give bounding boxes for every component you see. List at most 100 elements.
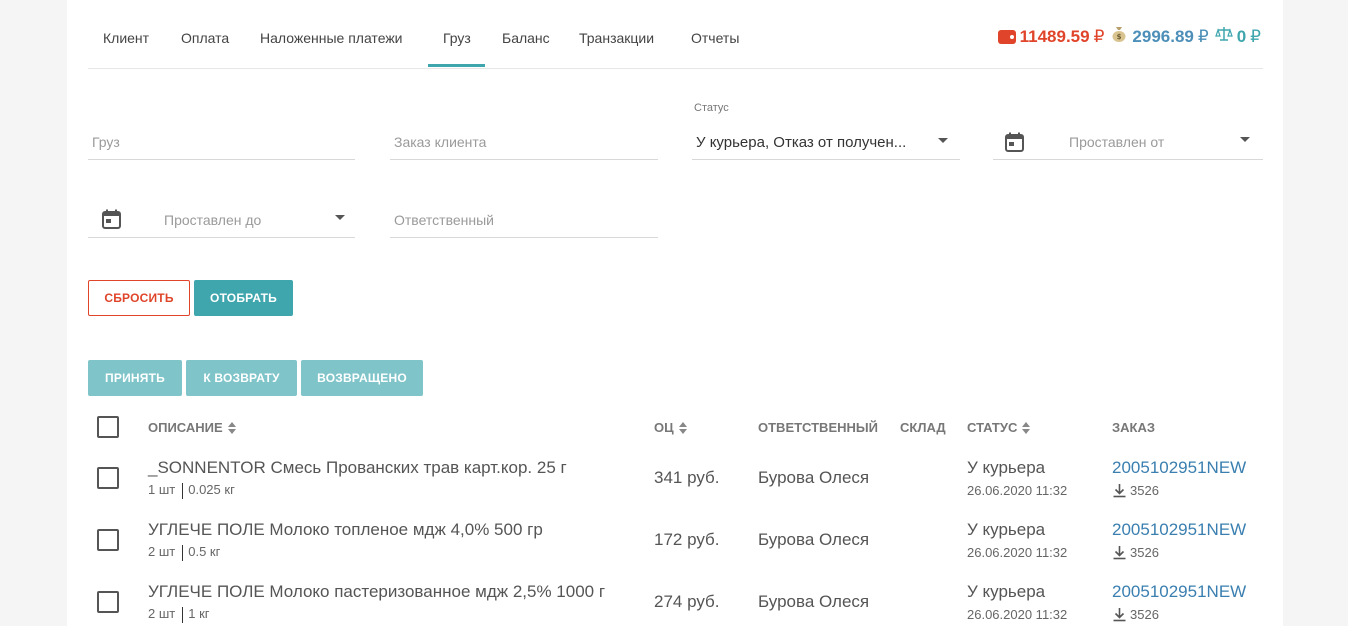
download-icon — [1113, 484, 1126, 498]
wallet-amount: 11489.59 — [1019, 26, 1090, 46]
bag-amount: 2996.89 — [1132, 26, 1194, 46]
row-quantity: 1 шт — [148, 482, 176, 497]
row-quantity-weight: 2 шт 0.5 кг — [148, 544, 220, 561]
row-responsible: Бурова Олеся — [758, 530, 870, 549]
row-order-link[interactable]: 2005102951NEW — [1112, 582, 1246, 602]
row-order-number: 3526 — [1130, 545, 1159, 560]
money-bag-icon: $ — [1110, 25, 1128, 48]
row-checkbox[interactable] — [97, 467, 119, 489]
main-card: Клиент Оплата Наложенные платежи Груз Ба… — [67, 0, 1283, 626]
calendar-icon — [102, 209, 121, 229]
tab-transactions[interactable]: Транзакции — [579, 30, 654, 46]
row-quantity-weight: 2 шт 1 кг — [148, 606, 210, 623]
currency-sign: ₽ — [1250, 26, 1261, 46]
tab-cod-payments[interactable]: Наложенные платежи — [260, 30, 403, 46]
download-icon — [1113, 608, 1126, 622]
row-date: 26.06.2020 11:32 — [967, 483, 1068, 498]
chevron-down-icon — [1240, 137, 1250, 142]
row-weight: 0.5 кг — [188, 544, 221, 559]
accept-button[interactable]: ПРИНЯТЬ — [88, 360, 182, 396]
tab-reports[interactable]: Отчеты — [691, 30, 739, 46]
reset-button[interactable]: СБРОСИТЬ — [88, 280, 190, 316]
row-order-number: 3526 — [1130, 483, 1159, 498]
calendar-icon — [1005, 132, 1024, 152]
chevron-down-icon — [938, 138, 948, 143]
status-label: Статус — [694, 102, 729, 114]
scale-icon — [1214, 25, 1233, 48]
row-weight: 0.025 кг — [188, 482, 235, 497]
header-order-label: ЗАКАЗ — [1112, 420, 1155, 435]
cargo-placeholder: Груз — [92, 134, 120, 150]
download-icon — [1113, 546, 1126, 560]
balance-summary: 11489.59 ₽ $ 2996.89 ₽ 0 ₽ — [992, 25, 1261, 48]
client-order-field[interactable]: Заказ клиента — [390, 106, 658, 160]
currency-sign: ₽ — [1197, 26, 1209, 46]
row-order-link[interactable]: 2005102951NEW — [1112, 458, 1246, 478]
sort-icon[interactable] — [678, 421, 687, 434]
svg-text:$: $ — [1117, 33, 1122, 41]
chevron-down-icon — [335, 215, 345, 220]
row-description: _SONNENTOR Смесь Прованских трав карт.ко… — [148, 458, 567, 477]
header-warehouse-label: СКЛАД — [900, 420, 946, 435]
header-status-label: СТАТУС — [967, 420, 1018, 435]
responsible-field[interactable]: Ответственный — [390, 184, 658, 238]
row-status: У курьера — [967, 520, 1046, 539]
row-order-sub: 3526 — [1112, 607, 1159, 622]
date-to-field[interactable]: Проставлен до — [88, 184, 355, 238]
select-button[interactable]: ОТОБРАТЬ — [194, 280, 293, 316]
status-value: У курьера, Отказ от получен... — [696, 134, 907, 151]
header-order: ЗАКАЗ — [1112, 420, 1155, 435]
sort-icon[interactable] — [227, 421, 236, 434]
row-quantity-weight: 1 шт 0.025 кг — [148, 482, 235, 499]
status-select[interactable]: Статус У курьера, Отказ от получен... — [692, 100, 960, 160]
currency-sign: ₽ — [1093, 26, 1105, 46]
row-order-link[interactable]: 2005102951NEW — [1112, 520, 1246, 540]
header-responsible-label: ОТВЕТСТВЕННЫЙ — [758, 420, 878, 435]
scale-balance: 0 ₽ — [1214, 25, 1261, 48]
row-order-sub: 3526 — [1112, 483, 1159, 498]
row-checkbox[interactable] — [97, 591, 119, 613]
date-to-placeholder: Проставлен до — [164, 212, 262, 228]
row-responsible: Бурова Олеся — [758, 468, 870, 487]
scale-amount: 0 — [1236, 26, 1247, 46]
responsible-placeholder: Ответственный — [394, 212, 494, 228]
client-order-placeholder: Заказ клиента — [394, 134, 487, 150]
row-oc: 274 руб. — [654, 592, 720, 611]
row-date: 26.06.2020 11:32 — [967, 545, 1068, 560]
header-description[interactable]: ОПИСАНИЕ — [148, 420, 236, 435]
header-oc[interactable]: ОЦ — [654, 420, 687, 435]
header-warehouse: СКЛАД — [900, 420, 946, 435]
to-return-button[interactable]: К ВОЗВРАТУ — [186, 360, 297, 396]
row-checkbox[interactable] — [97, 529, 119, 551]
select-all-checkbox[interactable] — [97, 416, 119, 438]
header-oc-label: ОЦ — [654, 420, 674, 435]
row-order-sub: 3526 — [1112, 545, 1159, 560]
row-weight: 1 кг — [188, 606, 210, 621]
wallet-balance: 11489.59 ₽ — [997, 26, 1105, 47]
row-status: У курьера — [967, 582, 1046, 601]
row-responsible: Бурова Олеся — [758, 592, 870, 611]
bag-balance: $ 2996.89 ₽ — [1110, 25, 1209, 48]
wallet-icon — [997, 29, 1016, 44]
row-oc: 172 руб. — [654, 530, 720, 549]
row-order-number: 3526 — [1130, 607, 1159, 622]
row-status: У курьера — [967, 458, 1046, 477]
tab-payment[interactable]: Оплата — [181, 30, 229, 46]
row-description: УГЛЕЧЕ ПОЛЕ Молоко топленое мдж 4,0% 500… — [148, 520, 543, 539]
date-from-field[interactable]: Проставлен от — [993, 106, 1263, 160]
cargo-field[interactable]: Груз — [88, 106, 355, 160]
row-date: 26.06.2020 11:32 — [967, 607, 1068, 622]
sort-icon[interactable] — [1022, 421, 1031, 434]
date-from-placeholder: Проставлен от — [1069, 134, 1165, 150]
tab-balance[interactable]: Баланс — [502, 30, 550, 46]
top-nav: Клиент Оплата Наложенные платежи Груз Ба… — [88, 0, 1263, 69]
header-status[interactable]: СТАТУС — [967, 420, 1031, 435]
returned-button[interactable]: ВОЗВРАЩЕНО — [301, 360, 423, 396]
tab-client[interactable]: Клиент — [103, 30, 149, 46]
header-description-label: ОПИСАНИЕ — [148, 420, 223, 435]
tab-cargo[interactable]: Груз — [428, 30, 485, 67]
row-quantity: 2 шт — [148, 606, 176, 621]
header-responsible: ОТВЕТСТВЕННЫЙ — [758, 420, 878, 435]
row-quantity: 2 шт — [148, 544, 176, 559]
row-oc: 341 руб. — [654, 468, 720, 487]
